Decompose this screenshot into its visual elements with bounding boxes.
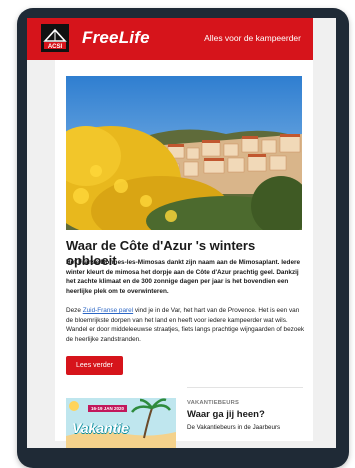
thumbnail-word: Vakantie (72, 420, 130, 436)
article-intro: Het Franse Bormes-les-Mimosas dankt zijn… (66, 259, 301, 296)
body-text-before: Deze (66, 307, 83, 314)
teaser-label: VAKANTIEBEURS (187, 400, 240, 406)
read-more-button[interactable]: Lees verder (66, 356, 123, 375)
logo-text: ACSI (48, 44, 63, 50)
acsi-logo[interactable]: ACSI (41, 24, 69, 52)
section-divider (187, 387, 303, 388)
teaser-text: De Vakantiebeurs in de Jaarbeurs (187, 424, 281, 431)
village-photo (66, 76, 302, 230)
article-body: Deze Zuid-Franse parel vind je in de Var… (66, 306, 306, 345)
newsletter-header: ACSI FreeLife Alles voor de kampeerder (27, 18, 313, 60)
zuid-franse-parel-link[interactable]: Zuid-Franse parel (83, 307, 133, 314)
header-tagline[interactable]: Alles voor de kampeerder (204, 33, 301, 43)
thumbnail-date: 16-19 JAN 2020 (88, 405, 128, 412)
article-card: Waar de Côte d'Azur 's winters opbloeit … (55, 60, 313, 448)
hero-image[interactable] (66, 76, 302, 230)
brand-name[interactable]: FreeLife (82, 28, 150, 48)
teaser-title[interactable]: Waar ga jij heen? (187, 409, 265, 420)
